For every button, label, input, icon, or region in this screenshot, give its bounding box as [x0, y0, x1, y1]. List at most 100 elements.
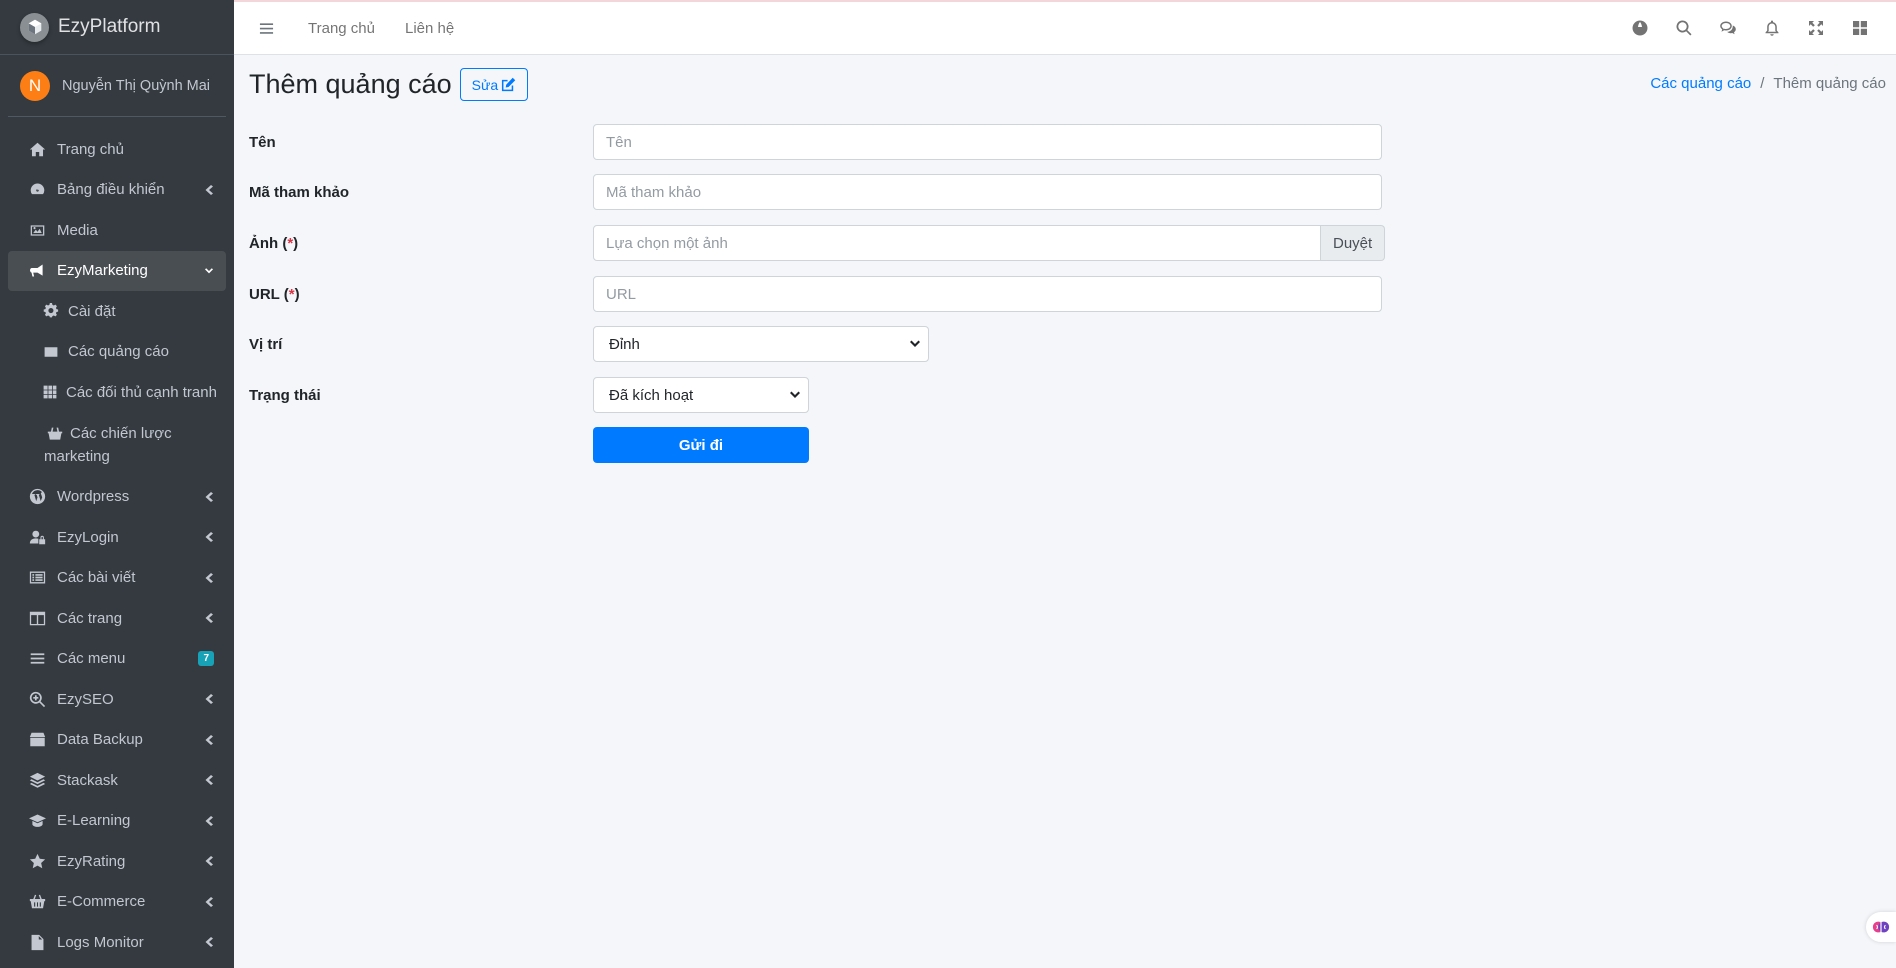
chevron-left-icon [204, 491, 214, 503]
box-icon [26, 731, 48, 749]
brand-name: EzyPlatform [58, 16, 161, 37]
basket-icon [46, 425, 64, 443]
expand-icon[interactable] [1794, 8, 1838, 48]
form-row-name: Tên Tên [249, 124, 1382, 160]
image-label: Ảnh (*) [249, 235, 593, 252]
form-row-url: URL (*) URL [249, 276, 1382, 312]
apps-icon[interactable] [1838, 8, 1882, 48]
search-plus-icon [26, 690, 48, 708]
form-row-image: Ảnh (*) Lựa chọn một ảnh Duyệt [249, 225, 1386, 261]
page-title: Thêm quảng cáo [249, 69, 452, 99]
url-input[interactable]: URL [593, 276, 1382, 312]
form-row-reference: Mã tham khảo Mã tham khảo [249, 174, 1382, 210]
hamburger-menu-icon[interactable] [254, 16, 278, 40]
avatar: N [20, 70, 50, 101]
sidebar-item-ezyseo[interactable]: EzySEO [8, 679, 226, 720]
sidebar-item-ezyrating[interactable]: EzyRating [8, 841, 226, 882]
sidebar-item-posts[interactable]: Các bài viết [8, 558, 226, 599]
url-label-end: ) [294, 285, 300, 303]
breadcrumb-link-ads[interactable]: Các quảng cáo [1650, 75, 1751, 92]
image-input[interactable]: Lựa chọn một ảnh [593, 225, 1321, 261]
browse-button[interactable]: Duyệt [1321, 225, 1386, 261]
star-icon [26, 852, 48, 870]
chevron-left-icon [204, 572, 214, 584]
position-select-value: Đỉnh [609, 335, 640, 353]
sidebar-item-elearning[interactable]: E-Learning [8, 801, 226, 842]
wordpress-icon [26, 488, 48, 506]
sidebar-item-ads[interactable]: Các quảng cáo [8, 332, 226, 373]
sidebar-item-label: Các đối thủ cạnh tranh [66, 383, 217, 401]
sidebar-item-label: E-Learning [57, 812, 131, 830]
assistant-button[interactable] [1866, 912, 1896, 942]
user-name[interactable]: Nguyễn Thị Quỳnh Mai [62, 78, 210, 94]
home-icon [26, 140, 48, 158]
sidebar-item-ecommerce[interactable]: E-Commerce [8, 882, 226, 923]
user-lock-icon [26, 528, 48, 546]
sidebar-item-competitors[interactable]: Các đối thủ cạnh tranh [8, 372, 226, 413]
reference-label: Mã tham khảo [249, 183, 350, 201]
sidebar-item-pages[interactable]: Các trang [8, 598, 226, 639]
position-select[interactable]: Đỉnh [593, 326, 929, 362]
nav-link-contact[interactable]: Liên hệ [405, 20, 454, 37]
nav-link-home[interactable]: Trang chủ [308, 20, 375, 37]
submit-button[interactable]: Gửi đi [593, 427, 809, 463]
comments-icon[interactable] [1706, 8, 1750, 48]
search-icon[interactable] [1662, 8, 1706, 48]
sidebar-item-label: Các quảng cáo [68, 343, 169, 361]
sidebar-item-strategies[interactable]: Các chiến lược marketing [8, 413, 226, 477]
name-label: Tên [249, 133, 276, 151]
sidebar-item-data-backup[interactable]: Data Backup [8, 720, 226, 761]
sidebar-item-logs-monitor[interactable]: Logs Monitor [8, 922, 226, 963]
reference-input[interactable]: Mã tham khảo [593, 174, 1382, 210]
sidebar-item-settings[interactable]: Cài đặt [8, 291, 226, 332]
breadcrumb: Các quảng cáo / Thêm quảng cáo [1650, 75, 1886, 92]
image-input-placeholder: Lựa chọn một ảnh [606, 234, 728, 252]
sidebar-item-media[interactable]: Media [8, 210, 226, 251]
chevron-down-icon [790, 391, 800, 398]
status-select[interactable]: Đã kích hoạt [593, 377, 809, 413]
edit-button-label: Sửa [471, 76, 499, 93]
form-row-position: Vị trí Đỉnh [249, 326, 929, 362]
sidebar: EzyPlatform N Nguyễn Thị Quỳnh Mai Trang… [0, 0, 234, 968]
edit-icon [502, 77, 516, 92]
sidebar-nav: Trang chủ Bảng điều khiển Media EzyMarke… [0, 117, 234, 963]
sidebar-item-label: Media [57, 221, 98, 239]
bars-icon [26, 650, 48, 668]
edit-button[interactable]: Sửa [459, 68, 529, 101]
brand-link[interactable]: EzyPlatform [0, 0, 234, 55]
sidebar-item-label: EzyRating [57, 852, 126, 870]
sidebar-item-wordpress[interactable]: Wordpress [8, 477, 226, 518]
sidebar-item-label: Các menu [57, 650, 126, 668]
sidebar-item-menus[interactable]: Các menu 7 [8, 639, 226, 680]
sidebar-item-label: EzyMarketing [57, 262, 148, 280]
sidebar-item-label: Stackask [57, 771, 118, 789]
image-label-text: Ảnh ( [249, 234, 288, 252]
bullhorn-icon [26, 262, 48, 280]
chevron-left-icon [204, 693, 214, 705]
dashboard-icon [26, 181, 48, 199]
sidebar-item-stackask[interactable]: Stackask [8, 760, 226, 801]
sidebar-item-home[interactable]: Trang chủ [8, 129, 226, 170]
image-icon [26, 221, 48, 239]
menu-count-badge: 7 [198, 651, 214, 667]
url-input-placeholder: URL [606, 285, 637, 303]
chevron-left-icon [204, 531, 214, 543]
user-panel[interactable]: N Nguyễn Thị Quỳnh Mai [8, 55, 226, 117]
bell-icon[interactable] [1750, 8, 1794, 48]
image-label-end: ) [293, 234, 299, 252]
sidebar-item-label: EzyLogin [57, 528, 119, 546]
name-input[interactable]: Tên [593, 124, 1382, 160]
chevron-left-icon [204, 896, 214, 908]
chevron-left-icon [204, 774, 214, 786]
url-label-text: URL ( [249, 285, 289, 303]
image-input-group: Lựa chọn một ảnh Duyệt [593, 225, 1386, 261]
globe-icon[interactable] [1618, 8, 1662, 48]
file-icon [26, 933, 48, 951]
gear-icon [42, 302, 60, 320]
sidebar-item-dashboard[interactable]: Bảng điều khiển [8, 170, 226, 211]
chevron-down-icon [910, 340, 920, 347]
sidebar-item-ezylogin[interactable]: EzyLogin [8, 517, 226, 558]
breadcrumb-current: Thêm quảng cáo [1773, 75, 1886, 92]
sidebar-item-ezymarketing[interactable]: EzyMarketing [8, 250, 226, 291]
chevron-left-icon [204, 815, 214, 827]
